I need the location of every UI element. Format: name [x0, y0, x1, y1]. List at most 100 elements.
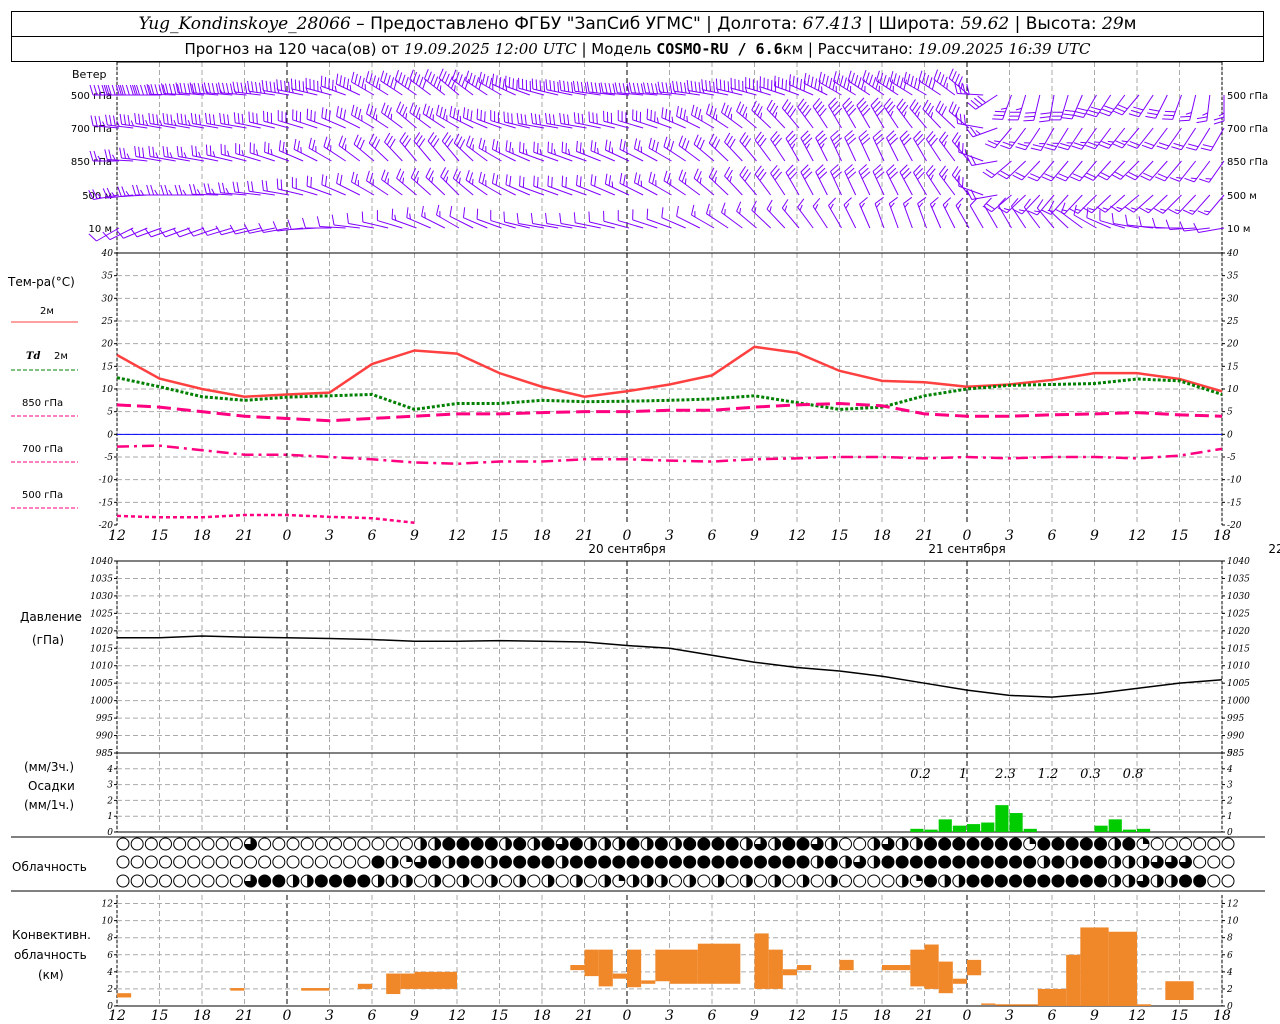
barb-feather	[306, 175, 309, 187]
barb-feather	[530, 113, 534, 124]
cloud-circle	[1094, 855, 1107, 869]
wind-barb	[162, 146, 190, 162]
barb-feather	[903, 111, 907, 117]
barb-feather	[519, 175, 521, 187]
barb-feather	[346, 213, 349, 224]
wind-barb	[323, 136, 346, 162]
barb-feather	[1171, 146, 1182, 151]
wind-barb	[663, 170, 686, 196]
barb-feather	[759, 112, 763, 119]
barb-feather	[1087, 141, 1098, 147]
pressure-tick-left: 1010	[90, 662, 113, 672]
cloud-symbol	[881, 855, 895, 869]
temp-tick-left: 15	[102, 362, 114, 372]
cloud-fill	[902, 875, 909, 887]
barb-feather	[545, 79, 548, 90]
cloud-symbol	[229, 874, 243, 888]
cloud-circle	[499, 855, 512, 869]
barb-feather	[476, 108, 479, 120]
cloud-symbol	[966, 855, 980, 869]
barb-feather	[839, 75, 844, 86]
barb-feather	[579, 142, 582, 153]
barb-feather	[611, 147, 614, 154]
wind-barb	[292, 109, 318, 129]
barb-feather	[1125, 214, 1128, 226]
wind-barb	[844, 164, 857, 196]
barb-feather	[264, 141, 266, 153]
barb-feather	[536, 143, 539, 154]
barb-feather	[769, 206, 772, 213]
barb-feather	[705, 203, 710, 214]
barb-feather	[495, 174, 499, 186]
cloud-circle	[1051, 855, 1065, 869]
barb-feather	[862, 70, 867, 81]
cloud-symbol	[144, 837, 158, 851]
barb-feather	[533, 175, 535, 187]
cloud-symbol	[654, 874, 668, 888]
cloud-symbol	[1122, 837, 1136, 851]
barb-feather	[418, 113, 421, 120]
cloud-circle	[513, 855, 527, 869]
barb-feather	[997, 173, 1008, 180]
barb-feather	[278, 140, 281, 151]
barb-feather	[890, 202, 895, 208]
cloud-circle	[924, 837, 937, 851]
cloud-symbol	[456, 874, 470, 888]
barb-feather	[581, 113, 584, 125]
cloud-symbol	[470, 837, 484, 851]
barb-feather	[549, 80, 552, 91]
cloud-symbol	[555, 855, 569, 869]
cloud-symbol	[1108, 837, 1122, 851]
temp-tick-left: 5	[107, 408, 113, 418]
time-tick-label: 9	[750, 528, 759, 544]
barb-feather	[194, 113, 197, 125]
barb-feather	[211, 188, 215, 195]
cloud-symbol	[697, 855, 711, 869]
date-label: 20 сентября	[588, 542, 665, 556]
cloud-circle	[1009, 874, 1022, 888]
cloud-symbol	[994, 837, 1008, 851]
precip-3h-total: 1.2	[1038, 767, 1059, 782]
barb-feather	[396, 168, 402, 179]
cloud-circle	[966, 855, 980, 869]
barb-feather	[534, 113, 537, 125]
cloud-fill	[902, 838, 909, 850]
cloud-circle	[201, 855, 215, 869]
barb-feather	[1114, 171, 1124, 177]
pressure-tick-left: 1020	[90, 627, 113, 637]
barb-feather	[425, 167, 432, 178]
cloud-symbol	[966, 874, 980, 888]
barb-feather	[946, 83, 948, 90]
pressure-tick-right: 1010	[1227, 662, 1250, 672]
barb-feather	[590, 140, 593, 151]
barb-feather	[676, 105, 679, 117]
cloud-symbol	[1079, 874, 1093, 888]
barb-feather	[282, 141, 285, 153]
barb-feather	[648, 171, 652, 183]
cloud-fill	[378, 875, 384, 887]
barb-feather	[491, 138, 495, 150]
barb-feather	[255, 81, 258, 93]
cloud-symbol	[385, 874, 399, 888]
barb-feather	[835, 143, 840, 149]
wind-barb	[797, 198, 814, 229]
wind-barb	[875, 70, 899, 96]
precip-tick-right: 0	[1227, 828, 1233, 838]
cloud-symbol	[513, 855, 527, 869]
wind-barb	[676, 205, 701, 229]
time-tick-label-bottom: 6	[368, 1008, 377, 1024]
barb-feather	[310, 177, 312, 188]
wind-barb	[925, 130, 942, 162]
cloud-symbol	[272, 874, 286, 888]
cloud-circle	[144, 837, 158, 851]
barb-feather	[466, 108, 469, 120]
barb-feather	[180, 146, 183, 158]
cloud-circle	[1094, 874, 1107, 888]
barb-feather	[339, 75, 342, 86]
barb-feather	[441, 71, 447, 82]
barb-feather	[280, 80, 283, 91]
cloud-symbol	[1164, 874, 1178, 888]
barb-feather	[618, 82, 622, 94]
wind-barb	[232, 181, 261, 196]
barb-feather	[948, 68, 954, 79]
